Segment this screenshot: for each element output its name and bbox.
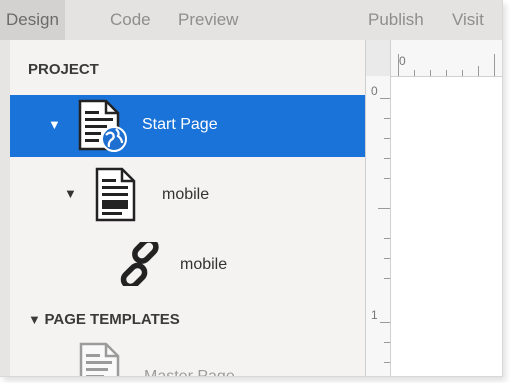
vertical-ruler: 0 1 [366,76,391,376]
tree-item-label: Master Page [144,368,235,376]
page-template-icon [79,342,120,376]
tree-item-mobile-page[interactable]: ▼ mobile [10,164,365,226]
mobile-page-icon [95,167,136,222]
tab-visit[interactable]: Visit [452,0,484,40]
web-page-icon [78,99,127,152]
tree-item-mobile-link[interactable]: mobile [10,233,365,295]
disclosure-triangle-icon[interactable]: ▼ [48,117,61,132]
ruler-label: 0 [371,84,378,98]
tree-item-label: Start Page [142,116,218,133]
tab-code[interactable]: Code [110,0,151,40]
disclosure-triangle-icon[interactable]: ▼ [64,186,77,201]
mode-tab-bar: Design Code Preview Publish Visit [0,0,502,41]
page-templates-section-header[interactable]: ▼ PAGE TEMPLATES [28,311,180,328]
app-window: Design Code Preview Publish Visit PROJEC… [0,0,503,377]
tab-publish[interactable]: Publish [368,0,424,40]
tab-design[interactable]: Design [0,0,65,40]
ruler-label: 1 [371,308,378,322]
ruler-label: 0 [399,54,406,68]
tree-item-label: mobile [180,256,228,273]
ruler-corner [366,40,391,76]
link-icon [120,242,159,286]
tree-item-label: mobile [162,186,210,203]
project-section-header: PROJECT [28,61,99,78]
page-templates-label: PAGE TEMPLATES [44,311,180,328]
disclosure-triangle-icon[interactable]: ▼ [28,312,44,327]
tree-item-master-page[interactable]: Master Page [10,330,365,376]
tree-item-start-page[interactable]: ▼ Start Page [10,95,365,157]
project-sidebar: PROJECT ▼ Start Page ▼ mobile mobile ▼ P… [10,40,366,376]
tab-preview[interactable]: Preview [178,0,238,40]
design-canvas[interactable]: 0 0 1 [366,40,502,376]
window-left-edge [0,40,10,376]
